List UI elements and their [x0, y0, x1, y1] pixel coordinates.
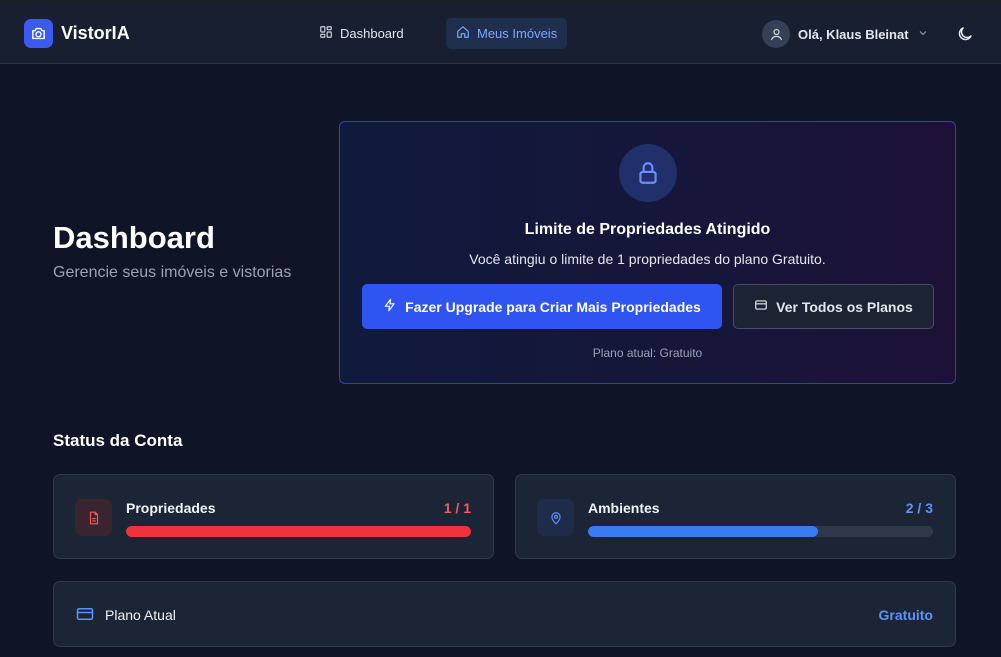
properties-progress-track — [126, 526, 471, 537]
home-icon — [456, 25, 470, 42]
user-icon — [762, 20, 790, 48]
brand-logo[interactable]: VistorIA — [24, 19, 130, 48]
lock-icon — [619, 144, 677, 202]
nav-meus-imoveis[interactable]: Meus Imóveis — [446, 18, 568, 49]
current-plan-note: Plano atual: Gratuito — [592, 346, 703, 360]
top-navbar: VistorIA Dashboard Meus Imóveis Olá, Kla… — [0, 5, 1001, 64]
view-plans-button-label: Ver Todos os Planos — [776, 298, 913, 315]
nav-dashboard-label: Dashboard — [340, 26, 404, 41]
nav-dashboard[interactable]: Dashboard — [309, 18, 414, 49]
limit-description: Você atingiu o limite de 1 propriedades … — [469, 251, 826, 267]
environments-progress-track — [588, 526, 933, 537]
account-status-title: Status da Conta — [53, 431, 183, 450]
chevron-down-icon — [917, 27, 929, 42]
environments-status-card: Ambientes 2 / 3 — [515, 474, 956, 559]
brand-name: VistorIA — [61, 23, 130, 43]
limit-title: Limite de Propriedades Atingido — [524, 221, 771, 238]
map-pin-icon — [537, 499, 574, 536]
environments-count: 2 / 3 — [905, 500, 933, 516]
environments-label: Ambientes — [588, 500, 660, 516]
properties-label: Propriedades — [126, 500, 216, 516]
properties-status-card: Propriedades 1 / 1 — [53, 474, 494, 559]
page-title: Dashboard — [53, 220, 215, 255]
upgrade-button[interactable]: Fazer Upgrade para Criar Mais Propriedad… — [362, 284, 722, 329]
properties-count: 1 / 1 — [443, 500, 471, 516]
credit-card-icon — [754, 298, 768, 315]
upgrade-button-label: Fazer Upgrade para Criar Mais Propriedad… — [405, 298, 701, 315]
current-plan-label: Plano Atual — [105, 607, 176, 623]
current-plan-card: Plano Atual Gratuito — [53, 581, 956, 647]
page-subtitle: Gerencie seus imóveis e vistorias — [53, 264, 292, 281]
nav-meus-imoveis-label: Meus Imóveis — [477, 26, 558, 41]
camera-icon — [24, 19, 53, 48]
limit-reached-card: Limite de Propriedades Atingido Você ati… — [339, 121, 956, 384]
document-icon — [75, 499, 112, 536]
view-plans-button[interactable]: Ver Todos os Planos — [733, 284, 934, 329]
zap-icon — [383, 298, 397, 315]
user-greeting: Olá, Klaus Bleinat — [798, 26, 909, 42]
moon-icon[interactable] — [956, 25, 974, 48]
grid-icon — [319, 25, 333, 42]
environments-progress-fill — [588, 526, 818, 537]
properties-progress-fill — [126, 526, 471, 537]
current-plan-value: Gratuito — [878, 607, 933, 623]
user-menu[interactable]: Olá, Klaus Bleinat — [762, 20, 929, 48]
credit-card-icon — [76, 606, 94, 627]
